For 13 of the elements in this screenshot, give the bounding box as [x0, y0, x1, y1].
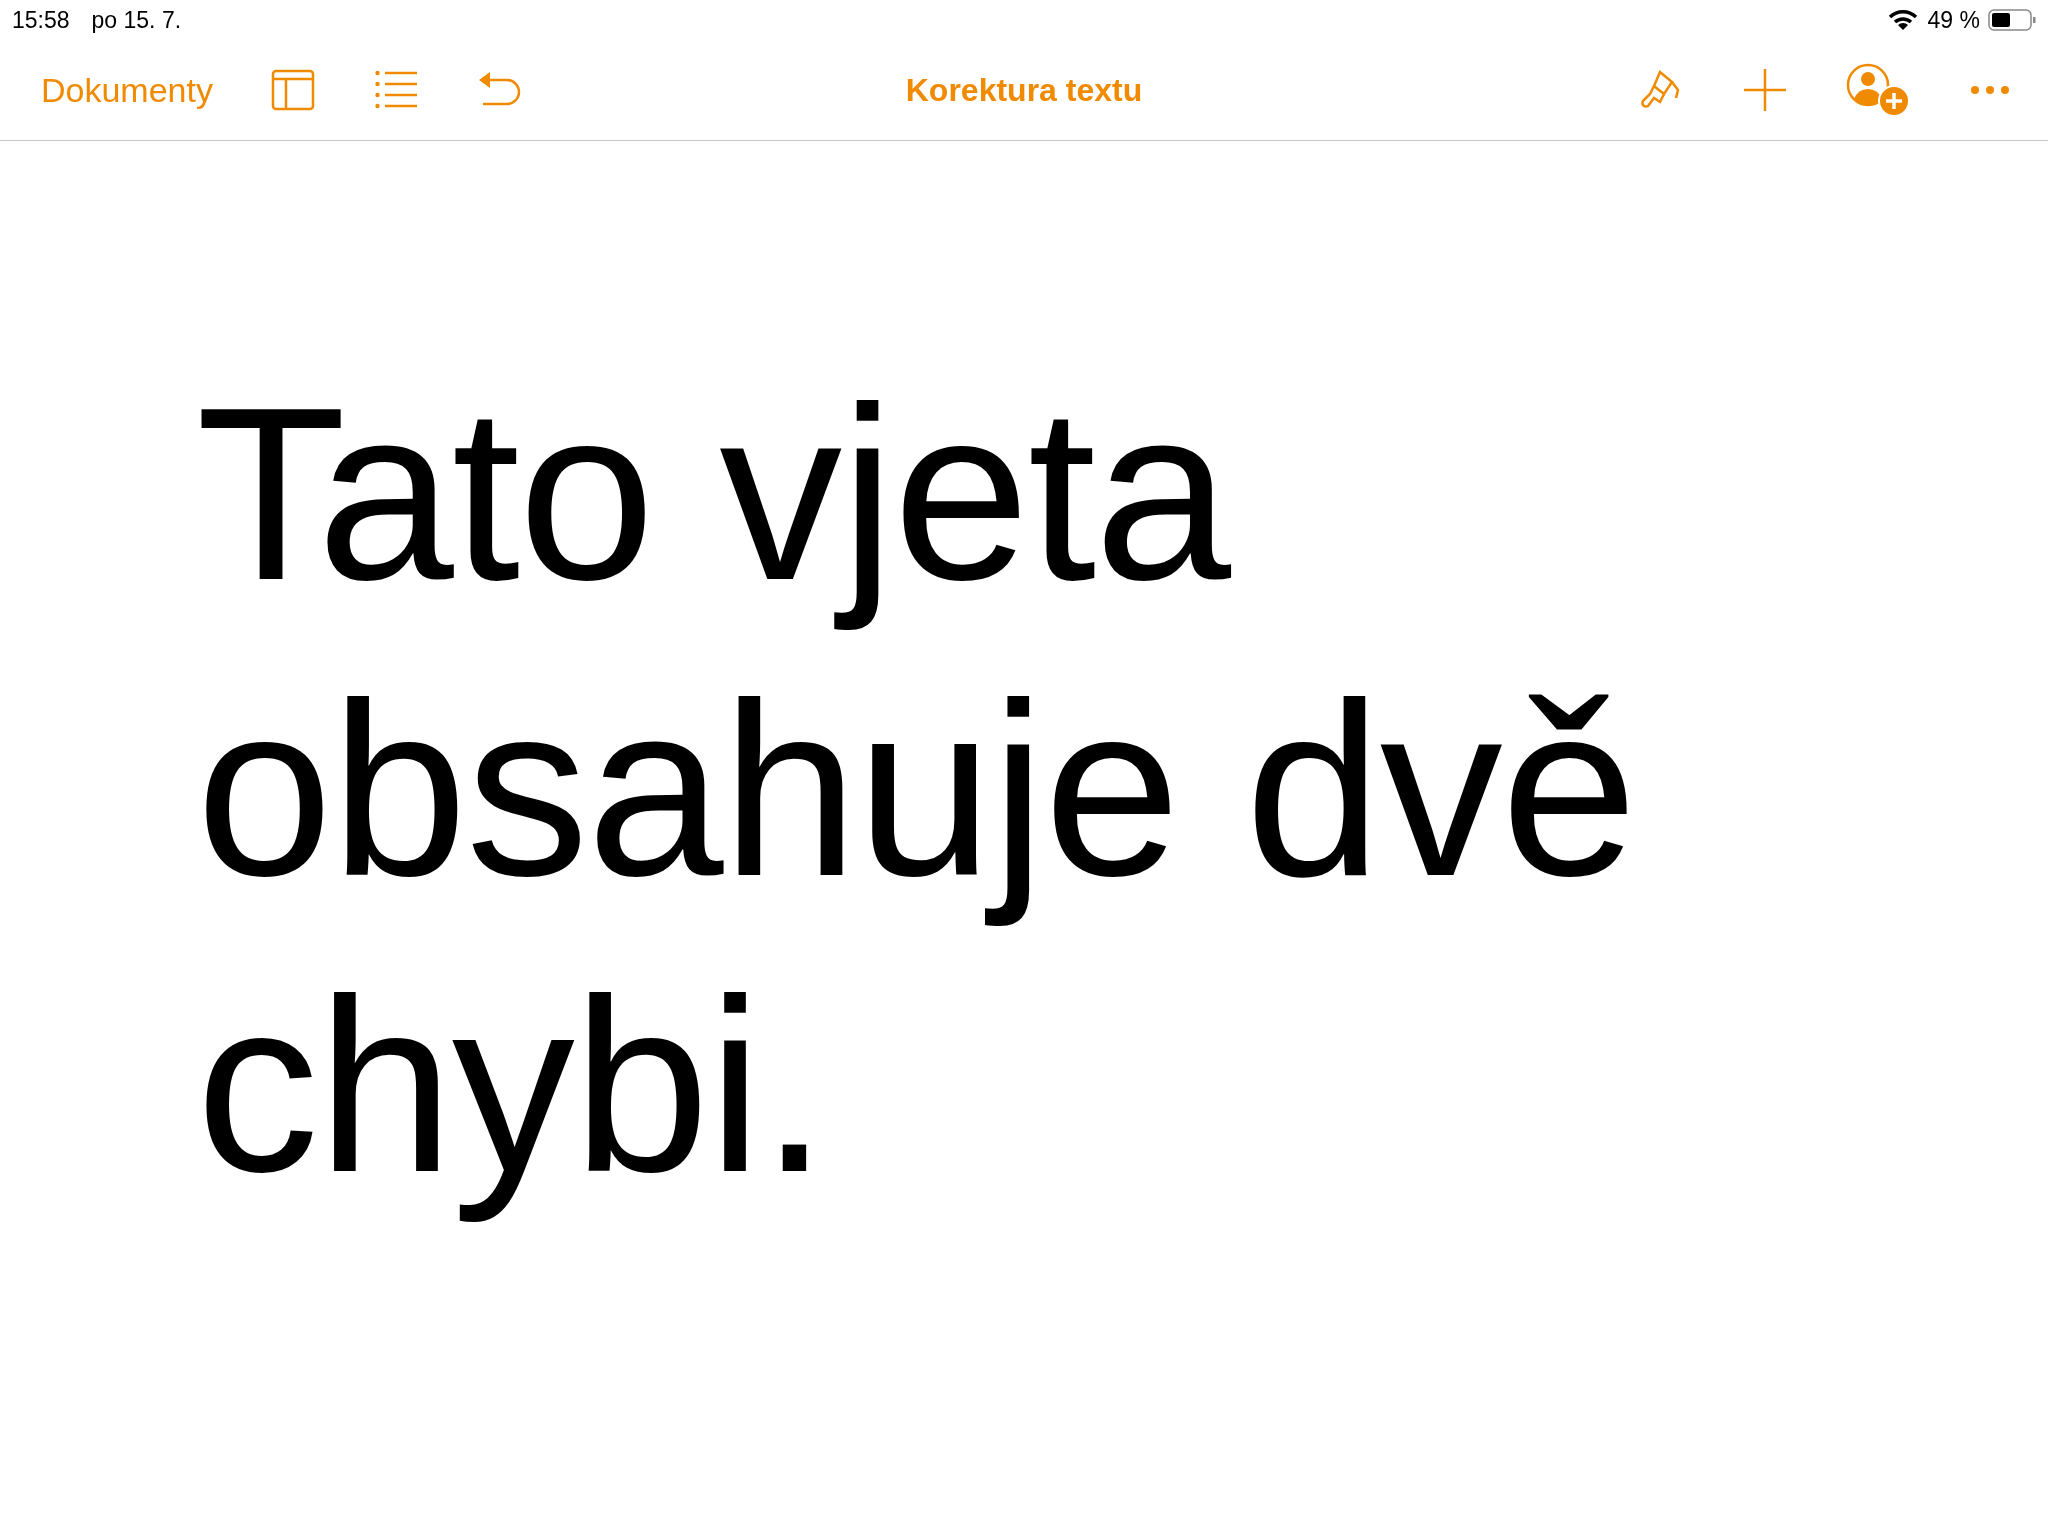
add-icon[interactable]	[1744, 69, 1786, 111]
document-title: Korektura textu	[905, 71, 1143, 109]
more-icon[interactable]	[1970, 85, 2010, 95]
battery-icon	[1988, 9, 2036, 31]
status-time: 15:58	[12, 6, 70, 34]
status-date: po 15. 7.	[91, 6, 182, 34]
documents-back-button[interactable]: Dokumenty	[41, 70, 213, 110]
list-icon[interactable]	[374, 70, 417, 110]
add-person-icon[interactable]	[1846, 63, 1910, 117]
layout-icon[interactable]	[270, 69, 315, 111]
battery-percentage: 49 %	[1927, 6, 1980, 34]
wifi-icon	[1887, 9, 1918, 31]
document-text: Tato vjeta obsahuje dvě chybi.	[196, 355, 1637, 1225]
